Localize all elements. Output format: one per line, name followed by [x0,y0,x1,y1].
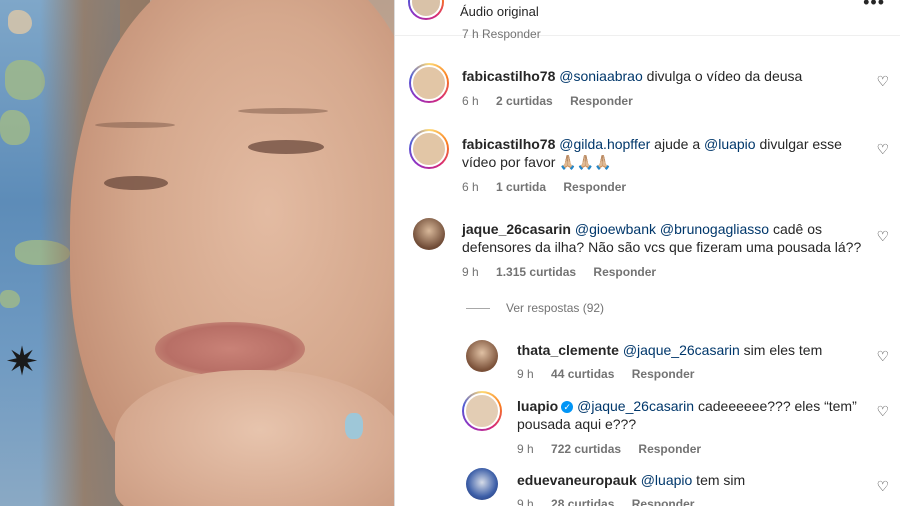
mention-link[interactable]: @jaque_26casarin [623,342,740,358]
previous-comment-meta: 7 h Responder [462,27,541,41]
reply-button[interactable]: Responder [632,367,695,381]
reply-meta: 9 h 722 curtidas Responder [517,442,715,456]
comment-username[interactable]: fabicastilho78 [462,68,555,84]
avatar[interactable] [466,340,498,372]
comment-likes[interactable]: 2 curtidas [496,94,553,108]
comment-username[interactable]: jaque_26casarin [462,221,571,237]
comment-meta: 6 h 2 curtidas Responder [462,94,647,108]
heart-icon[interactable]: ♡ [876,478,889,495]
reply-meta: 9 h 44 curtidas Responder [517,367,708,381]
fingernail [345,413,363,439]
reply-text: sim eles tem [739,342,823,358]
comment-username[interactable]: fabicastilho78 [462,136,555,152]
mention-link[interactable]: @luapio [704,136,756,152]
more-horizontal-icon[interactable]: ••• [863,0,885,13]
compass-rose-icon: ✷ [5,340,39,384]
reply-button[interactable]: Responder [563,180,626,194]
heart-icon[interactable]: ♡ [876,403,889,420]
reply-meta: 9 h 28 curtidas Responder [517,497,708,506]
reply-likes[interactable]: 44 curtidas [551,367,614,381]
avatar[interactable] [466,468,498,500]
reply-button[interactable]: Responder [593,265,656,279]
comment-text: divulga o vídeo da deusa [642,68,803,84]
avatar[interactable] [462,391,502,431]
mention-link[interactable]: @jaque_26casarin [577,398,694,414]
comment-time: 9 h [462,265,479,279]
comment-likes[interactable]: 1 curtida [496,180,546,194]
comment-time: 6 h [462,94,479,108]
reply-likes[interactable]: 722 curtidas [551,442,621,456]
reply-text: tem sim [692,472,746,488]
comment-text: ajude a [650,136,704,152]
heart-icon[interactable]: ♡ [876,348,889,365]
reply-button[interactable]: Responder [638,442,701,456]
author-avatar[interactable] [408,0,444,20]
view-replies-button[interactable]: Ver respostas (92) [466,301,604,315]
reply-button[interactable]: Responder [632,497,695,506]
reply-button[interactable]: Responder [570,94,633,108]
mention-link[interactable]: @gilda.hopffer [559,136,650,152]
comments-panel: Áudio original ••• 7 h Responder fabicas… [394,0,900,506]
post-header: Áudio original ••• 7 h Responder [395,0,900,41]
comment-meta: 6 h 1 curtida Responder [462,180,640,194]
reply-time: 9 h [517,497,534,506]
comment-meta: 9 h 1.315 curtidas Responder [462,265,670,279]
avatar[interactable] [409,129,449,169]
reply-username[interactable]: luapio [517,398,558,414]
audio-label[interactable]: Áudio original [460,4,539,19]
mention-link[interactable]: @soniaabrao [559,68,643,84]
reply-username[interactable]: thata_clemente [517,342,619,358]
divider [466,308,490,310]
avatar[interactable] [409,63,449,103]
reply-username[interactable]: eduevaneuropauk [517,472,637,488]
mention-link[interactable]: @luapio [641,472,693,488]
mention-link[interactable]: @brunogagliasso [660,221,769,237]
heart-icon[interactable]: ♡ [876,73,889,90]
heart-icon[interactable]: ♡ [876,228,889,245]
video-player[interactable]: ✷ [0,0,394,506]
comment-time: 6 h [462,180,479,194]
comment-likes[interactable]: 1.315 curtidas [496,265,576,279]
lips [155,322,305,376]
mention-link[interactable]: @gioewbank [575,221,656,237]
reply-likes[interactable]: 28 curtidas [551,497,614,506]
reply-time: 9 h [517,367,534,381]
view-replies-label: Ver respostas (92) [506,301,605,315]
reply-time: 9 h [517,442,534,456]
verified-badge-icon: ✓ [561,401,574,413]
heart-icon[interactable]: ♡ [876,141,889,158]
avatar[interactable] [413,218,445,250]
